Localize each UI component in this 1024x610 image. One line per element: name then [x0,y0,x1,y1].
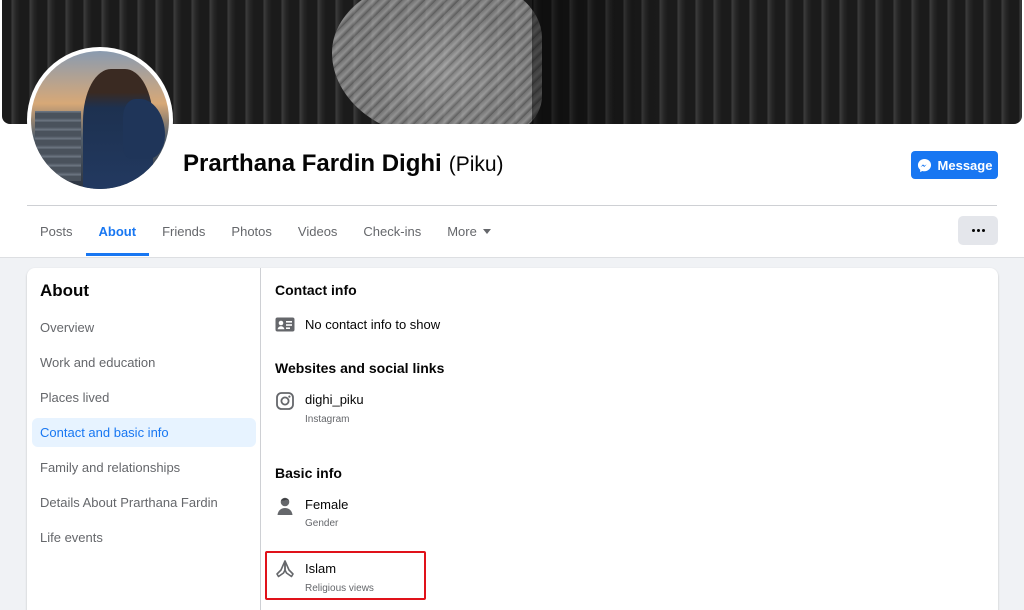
tab-more[interactable]: More [434,207,504,255]
about-nav-work-education[interactable]: Work and education [32,348,256,377]
gender-value: Female [305,497,349,512]
messenger-icon [917,158,931,172]
tab-posts[interactable]: Posts [27,207,86,255]
about-nav-life-events[interactable]: Life events [32,523,256,552]
about-card: About Overview Work and education Places… [27,268,998,610]
about-title: About [40,281,90,300]
ellipsis-icon [976,229,980,232]
tab-friends[interactable]: Friends [149,207,218,255]
profile-tabs: Posts About Friends Photos Videos Check-… [27,207,504,256]
tab-label: Friends [162,223,206,239]
gender-label: Gender [305,518,339,529]
ellipsis-icon [981,229,985,232]
message-button[interactable]: Message [911,151,998,179]
profile-picture[interactable] [27,47,173,193]
caret-down-icon [482,228,491,234]
profile-name-row: Prarthana Fardin Dighi (Piku) [183,150,504,182]
contact-card-icon [274,313,296,335]
about-nav-family-relationships[interactable]: Family and relationships [32,453,256,482]
about-nav-places-lived[interactable]: Places lived [32,383,256,412]
tab-label: Check-ins [363,223,422,239]
about-sidebar: About Overview Work and education Places… [27,268,261,610]
contact-empty-text: No contact info to show [305,317,441,332]
basic-info-title: Basic info [275,465,342,481]
message-button-label: Message [937,157,993,173]
avatar-background-building [35,111,81,181]
tab-label: Videos [297,223,338,239]
ellipsis-icon [971,229,975,232]
contact-info-title: Contact info [275,282,357,298]
about-nav-details[interactable]: Details About Prarthana Fardin [32,488,256,517]
avatar-sleeve [123,99,165,159]
profile-name: Prarthana Fardin Dighi [183,150,442,177]
instagram-icon [274,390,296,412]
instagram-handle-link[interactable]: dighi_piku [305,392,364,407]
highlight-box [265,551,426,600]
websites-title: Websites and social links [275,360,445,376]
more-options-button[interactable] [958,216,998,245]
tab-label: About [98,223,137,239]
tab-photos[interactable]: Photos [218,207,284,255]
about-nav-contact-basic-info[interactable]: Contact and basic info [32,418,256,447]
tab-label: Photos [231,223,272,239]
tab-check-ins[interactable]: Check-ins [350,207,434,255]
cover-photo-shade [532,0,672,124]
tab-videos[interactable]: Videos [285,207,351,255]
tab-label: Posts [40,223,73,239]
header-divider [27,205,997,206]
avatar-image [31,51,169,189]
profile-nickname: (Piku) [448,153,504,176]
gender-icon [274,495,296,517]
instagram-label: Instagram [305,414,350,425]
cover-photo-figure [332,0,542,124]
tab-about[interactable]: About [85,207,150,256]
profile-header: Prarthana Fardin Dighi (Piku) Message Po… [0,0,1024,258]
tab-label: More [447,223,477,239]
about-nav-overview[interactable]: Overview [32,313,256,342]
